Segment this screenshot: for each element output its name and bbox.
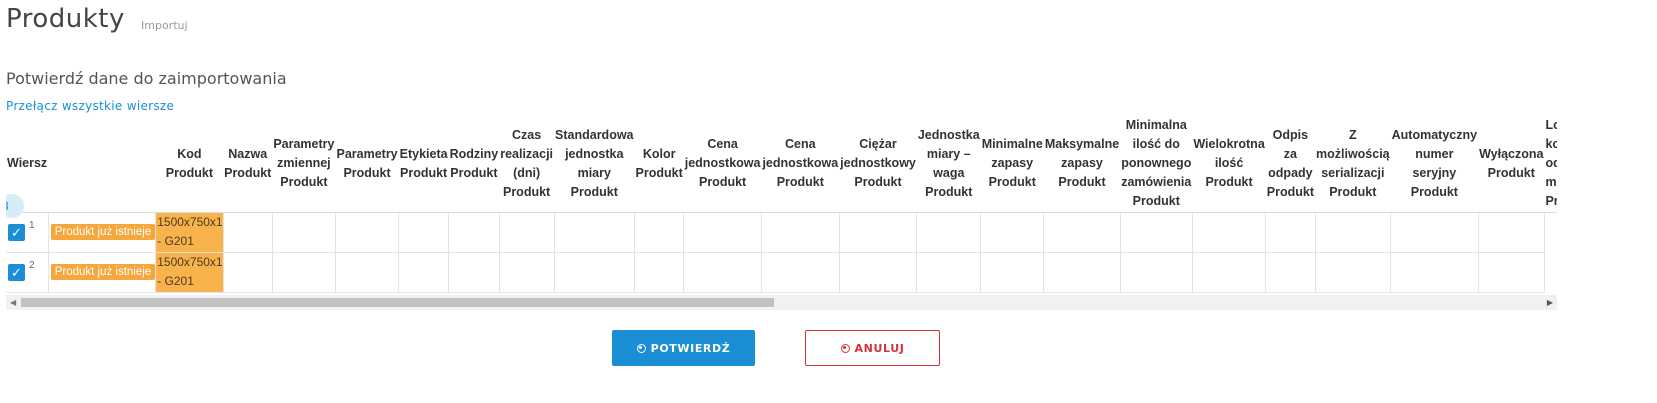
confirm-button-label: POTWIERDŹ [650, 341, 731, 355]
empty-cell [1477, 251, 1545, 293]
col-header-kolor: Kolor Produkt [634, 116, 684, 213]
col-header-parametry-zmiennej: Parametry zmiennej Produkt [272, 116, 336, 213]
empty-cell [980, 251, 1045, 293]
col-header-cena-jednostkowa-2: Cena jednostkowa Produkt [761, 116, 840, 213]
col-header-serializacja: Z możliwością serializacji Produkt [1315, 116, 1391, 213]
empty-cell [1390, 251, 1479, 293]
empty-cell [222, 211, 273, 253]
empty-cell [1043, 251, 1121, 293]
col-header-partial: Lo kon od mate Pro [1544, 116, 1557, 213]
row-checkbox[interactable]: ✓ [8, 223, 25, 241]
status-cell: Produkt już istnieje [47, 251, 157, 293]
toggle-all-rows-link[interactable]: Przełącz wszystkie wiersze [6, 99, 174, 113]
col-header-nazwa: Nazwa Produkt [223, 116, 273, 213]
col-header-label: Wiersz [7, 156, 48, 171]
col-header-etykieta: Etykieta Produkt [398, 116, 449, 213]
col-header-cena-jednostkowa-1: Cena jednostkowa Produkt [683, 116, 762, 213]
page-title: Produkty [6, 4, 125, 34]
cancel-circle-icon [840, 343, 850, 353]
empty-cell [1119, 251, 1193, 293]
empty-cell [634, 211, 685, 253]
confirm-circle-icon [636, 343, 646, 353]
empty-cell [553, 211, 636, 253]
empty-cell [498, 211, 555, 253]
empty-cell [916, 251, 982, 293]
status-badge: Produkt już istnieje [50, 224, 156, 240]
col-header-status [48, 116, 156, 213]
empty-cell [683, 211, 762, 253]
empty-cell [1390, 211, 1479, 253]
empty-cell [398, 251, 450, 293]
row-number: 1 [29, 219, 35, 231]
empty-cell [1265, 211, 1316, 253]
col-header-rodziny: Rodziny Produkt [448, 116, 500, 213]
empty-cell [448, 211, 500, 253]
col-header-minimalna-ilosc: Minimalna ilość do ponownego zamówienia … [1120, 116, 1193, 213]
status-cell: Produkt już istnieje [47, 211, 157, 253]
empty-cell [448, 251, 500, 293]
empty-cell [1314, 251, 1392, 293]
import-table: Wiersz 3 Kod Produkt Nazwa Produkt Param… [6, 116, 1557, 293]
empty-cell [1477, 211, 1545, 253]
table-row: ✓ 2 Produkt już istnieje 1500x750x1 - G20… [6, 251, 1557, 293]
col-header-ciezar-jednostkowy: Ciężar jednostkowy Produkt [839, 116, 917, 213]
status-badge: Produkt już istnieje [50, 264, 156, 280]
empty-cell [1119, 211, 1193, 253]
row-checkbox[interactable]: ✓ [8, 263, 25, 281]
table-row: ✓ 1 Produkt już istnieje 1500x750x1 - G20… [6, 211, 1557, 253]
empty-cell [916, 211, 982, 253]
scroll-right-arrow-icon[interactable]: ▶ [1547, 298, 1553, 307]
breadcrumb-import[interactable]: Importuj [141, 19, 188, 32]
empty-cell [271, 211, 336, 253]
col-header-jednostka-miary: Standardowa jednostka miary Produkt [554, 116, 635, 213]
cancel-button-label: ANULUJ [854, 341, 905, 355]
empty-cell [1191, 251, 1267, 293]
col-header-maksymalne-zapasy: Maksymalne zapasy Produkt [1043, 116, 1121, 213]
empty-cell [980, 211, 1045, 253]
col-header-parametry: Parametry Produkt [335, 116, 399, 213]
empty-cell [1314, 211, 1392, 253]
table-header-row: Wiersz 3 Kod Produkt Nazwa Produkt Param… [6, 116, 1557, 218]
col-header-odpis-za-odpady: Odpis za odpady Produkt [1265, 116, 1315, 213]
empty-cell [634, 251, 685, 293]
empty-cell [1191, 211, 1267, 253]
empty-cell [553, 251, 636, 293]
confirm-button[interactable]: POTWIERDŹ [612, 330, 755, 366]
empty-cell [498, 251, 555, 293]
empty-cell [1265, 251, 1316, 293]
empty-cell [838, 251, 918, 293]
col-header-wiersz: Wiersz 3 [6, 116, 49, 218]
col-header-czas-realizacji: Czas realizacji (dni) Produkt [499, 116, 555, 213]
empty-cell [398, 211, 450, 253]
empty-cell [1043, 211, 1121, 253]
empty-cell [334, 251, 400, 293]
col-header-minimalne-zapasy: Minimalne zapasy Produkt [980, 116, 1044, 213]
code-cell: 1500x750x1 - G201 [155, 251, 224, 293]
row-number: 2 [29, 259, 35, 271]
col-header-numer-seryjny: Automatyczny numer seryjny Produkt [1390, 116, 1479, 213]
code-cell: 1500x750x1 - G201 [155, 211, 224, 253]
empty-cell [334, 211, 400, 253]
scrollbar-thumb[interactable] [21, 298, 774, 307]
cancel-button[interactable]: ANULUJ [805, 330, 940, 366]
empty-cell [760, 251, 840, 293]
col-header-wielokrotna-ilosc: Wielokrotna ilość Produkt [1192, 116, 1266, 213]
empty-cell [760, 211, 840, 253]
import-table-viewport: Wiersz 3 Kod Produkt Nazwa Produkt Param… [6, 116, 1557, 296]
confirm-subtitle: Potwierdź dane do zaimportowania [6, 69, 287, 88]
col-header-jednostka-miary-waga: Jednostka miary – waga Produkt [916, 116, 981, 213]
col-header-wylaczona: Wyłączona Produkt [1478, 116, 1545, 213]
horizontal-scrollbar[interactable]: ◀ ▶ [6, 295, 1557, 310]
empty-cell [838, 211, 918, 253]
scroll-left-arrow-icon[interactable]: ◀ [10, 298, 16, 307]
empty-cell [271, 251, 336, 293]
empty-cell [222, 251, 273, 293]
empty-cell [683, 251, 762, 293]
row-select-cell: ✓ 2 [6, 251, 49, 293]
col-header-kod: Kod Produkt [155, 116, 224, 213]
row-select-cell: ✓ 1 [6, 211, 49, 253]
